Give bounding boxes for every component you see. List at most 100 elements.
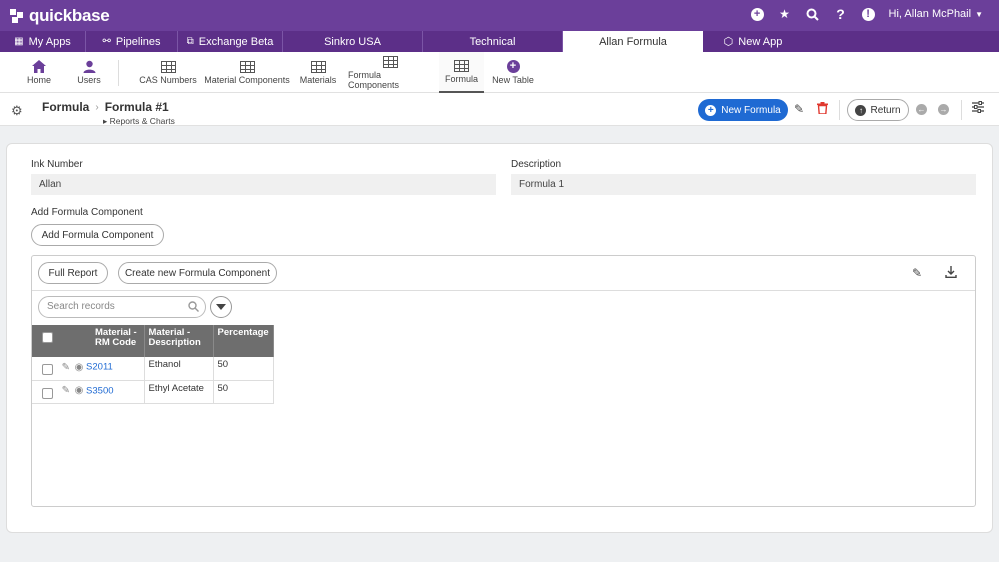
app-tab-technical[interactable]: Technical bbox=[423, 31, 563, 52]
column-header-label: Material - RM Code bbox=[95, 327, 137, 348]
app-tab-new-app[interactable]: ⬡ New App bbox=[703, 31, 803, 52]
brand-name: quickbase bbox=[29, 6, 110, 25]
nav-home-label: Home bbox=[26, 75, 51, 85]
breadcrumb: Formula › Formula #1 bbox=[42, 100, 169, 114]
view-eye-icon[interactable]: ◉ bbox=[75, 385, 84, 396]
pipelines-icon: ⚯ bbox=[102, 36, 111, 47]
percentage-cell: 50 bbox=[213, 380, 274, 404]
table-header-row: Material - RM Code Material - Descriptio… bbox=[32, 325, 274, 357]
quickbase-logo-icon bbox=[10, 9, 24, 23]
edit-pencil-icon[interactable]: ✎ bbox=[62, 362, 70, 373]
plus-icon: + bbox=[705, 104, 717, 116]
column-header-label: Percentage bbox=[217, 327, 269, 338]
app-tab-exchange[interactable]: ⧉ Exchange Beta bbox=[178, 31, 283, 52]
table-tab-label: Formula Components bbox=[348, 69, 400, 90]
new-formula-label: New Formula bbox=[721, 104, 781, 116]
add-icon[interactable]: + bbox=[750, 7, 764, 21]
reports-charts-link[interactable]: ▸ Reports & Charts bbox=[103, 116, 175, 127]
row-checkbox[interactable] bbox=[42, 364, 53, 375]
cube-icon: ⬡ bbox=[723, 36, 734, 48]
app-tabs: ▦ My Apps ⚯ Pipelines ⧉ Exchange Beta Si… bbox=[0, 31, 999, 52]
app-tab-pipelines[interactable]: ⚯ Pipelines bbox=[86, 31, 178, 52]
table-tab-cas-numbers[interactable]: CAS Numbers bbox=[138, 52, 198, 93]
row-select-cell: ✎ ◉ S3500 bbox=[32, 380, 145, 404]
row-checkbox[interactable] bbox=[42, 387, 53, 399]
record-form: Ink Number Allan Description Formula 1 A… bbox=[6, 143, 993, 533]
table-tab-label: Materials bbox=[299, 74, 337, 85]
alert-icon[interactable]: ! bbox=[861, 7, 875, 21]
nav-users[interactable]: Users bbox=[72, 52, 106, 93]
help-icon[interactable]: ? bbox=[834, 6, 848, 22]
header-rm-code[interactable]: Material - RM Code bbox=[32, 325, 145, 357]
divider bbox=[961, 100, 962, 120]
app-tab-label: Technical bbox=[469, 35, 516, 48]
table-tab-formula[interactable]: Formula bbox=[439, 52, 484, 93]
home-icon bbox=[32, 60, 46, 73]
app-tab-my-apps[interactable]: ▦ My Apps bbox=[0, 31, 86, 52]
select-all-checkbox[interactable] bbox=[42, 332, 53, 343]
record-header: ⚙ Formula › Formula #1 ▸ Reports & Chart… bbox=[0, 93, 999, 126]
create-formula-component-button[interactable]: Create new Formula Component bbox=[118, 262, 277, 284]
breadcrumb-record: Formula #1 bbox=[104, 100, 169, 114]
rm-code-link[interactable]: S3500 bbox=[86, 385, 113, 396]
gear-icon[interactable]: ⚙ bbox=[11, 103, 23, 119]
description-cell: Ethanol bbox=[144, 357, 214, 381]
view-eye-icon[interactable]: ◉ bbox=[75, 362, 84, 373]
edit-pencil-icon[interactable]: ✎ bbox=[794, 102, 804, 116]
download-icon[interactable] bbox=[945, 266, 957, 281]
table-tab-material-components[interactable]: Material Components bbox=[204, 52, 290, 93]
app-tab-sinkro-usa[interactable]: Sinkro USA bbox=[283, 31, 423, 52]
search-records-input[interactable]: Search records bbox=[38, 296, 206, 318]
app-tab-label: My Apps bbox=[28, 35, 71, 48]
user-menu[interactable]: Hi, Allan McPhail ▼ bbox=[889, 8, 983, 20]
ink-number-value: Allan bbox=[31, 174, 496, 195]
table-icon bbox=[239, 60, 255, 73]
description-label: Description bbox=[511, 159, 562, 170]
filter-button[interactable] bbox=[210, 296, 232, 318]
breadcrumb-table[interactable]: Formula bbox=[42, 100, 89, 114]
quickbase-logo[interactable]: quickbase bbox=[10, 6, 110, 26]
user-icon bbox=[83, 60, 95, 73]
nav-users-label: Users bbox=[77, 75, 101, 85]
settings-sliders-icon[interactable] bbox=[972, 101, 984, 116]
rm-code-link[interactable]: S2011 bbox=[86, 362, 113, 373]
app-tab-label: Sinkro USA bbox=[324, 35, 381, 48]
full-report-button[interactable]: Full Report bbox=[38, 262, 108, 284]
search-icon[interactable] bbox=[806, 7, 820, 21]
table-tab-materials[interactable]: Materials bbox=[296, 52, 340, 93]
exchange-icon: ⧉ bbox=[186, 36, 194, 47]
app-tab-allan-formula[interactable]: Allan Formula bbox=[563, 31, 703, 52]
previous-record-icon[interactable]: ← bbox=[916, 104, 927, 115]
divider bbox=[839, 100, 840, 120]
top-bar: quickbase + ★ ? ! Hi, Allan McPhail ▼ bbox=[0, 0, 999, 31]
edit-report-icon[interactable]: ✎ bbox=[912, 266, 922, 280]
app-tab-label: Allan Formula bbox=[599, 35, 667, 48]
user-greeting: Hi, Allan McPhail bbox=[888, 8, 972, 20]
new-table-button[interactable]: + New Table bbox=[492, 52, 534, 93]
edit-pencil-icon[interactable]: ✎ bbox=[62, 385, 70, 396]
return-button[interactable]: ↑ Return bbox=[847, 99, 909, 121]
reports-charts-label: Reports & Charts bbox=[109, 116, 175, 126]
new-formula-button[interactable]: + New Formula bbox=[698, 99, 788, 121]
row-select-cell: ✎ ◉ S2011 bbox=[32, 357, 145, 381]
return-label: Return bbox=[870, 104, 901, 116]
column-header-label: Material - Description bbox=[148, 327, 201, 348]
formula-components-table: Material - RM Code Material - Descriptio… bbox=[32, 325, 274, 404]
chevron-right-icon: › bbox=[95, 101, 99, 113]
table-icon bbox=[382, 55, 398, 68]
new-table-label: New Table bbox=[492, 75, 534, 85]
next-record-icon[interactable]: → bbox=[938, 104, 949, 115]
header-percentage[interactable]: Percentage bbox=[213, 325, 274, 357]
filter-icon bbox=[216, 304, 226, 310]
table-icon bbox=[454, 59, 469, 72]
grid-icon: ▦ bbox=[14, 36, 24, 47]
nav-home[interactable]: Home bbox=[22, 52, 56, 93]
header-material-description[interactable]: Material - Description bbox=[144, 325, 214, 357]
add-formula-component-button[interactable]: Add Formula Component bbox=[31, 224, 164, 246]
star-icon[interactable]: ★ bbox=[778, 7, 792, 21]
table-tab-formula-components[interactable]: Formula Components bbox=[348, 52, 432, 93]
app-tab-label: New App bbox=[738, 35, 783, 48]
table-row[interactable]: ✎ ◉ S2011 Ethanol 50 bbox=[32, 357, 274, 381]
table-row[interactable]: ✎ ◉ S3500 Ethyl Acetate 50 bbox=[32, 380, 274, 404]
delete-icon[interactable] bbox=[817, 102, 828, 117]
